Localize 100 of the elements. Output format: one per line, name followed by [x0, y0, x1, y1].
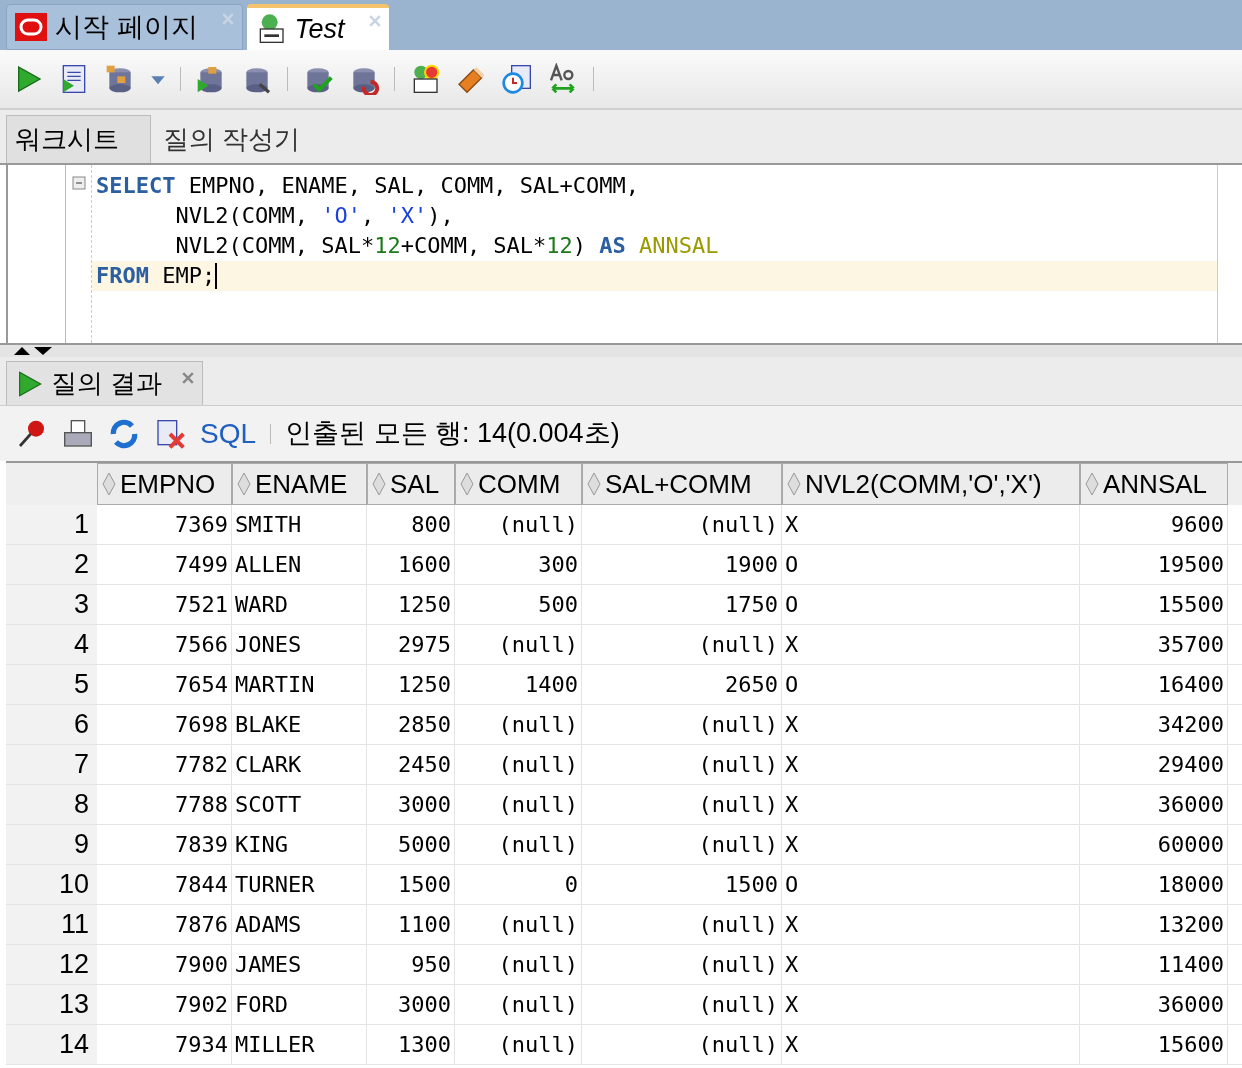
- row-number: 5: [6, 665, 97, 704]
- row-number: 12: [6, 945, 97, 984]
- table-cell: 7782: [97, 745, 232, 784]
- worksheet-tab[interactable]: 워크시트: [6, 115, 151, 163]
- table-cell: 13200: [1080, 905, 1228, 944]
- column-header[interactable]: SAL: [367, 463, 455, 505]
- table-cell: 800: [367, 505, 455, 544]
- table-cell: 5000: [367, 825, 455, 864]
- table-cell: X: [782, 945, 1080, 984]
- code-line: NVL2(COMM, SAL*12+COMM, SAL*12) AS ANNSAL: [174, 232, 720, 260]
- sort-icon: [372, 472, 386, 496]
- table-cell: CLARK: [232, 745, 367, 784]
- table-cell: (null): [582, 985, 782, 1024]
- table-cell: FORD: [232, 985, 367, 1024]
- table-cell: O: [782, 665, 1080, 704]
- close-icon[interactable]: [182, 371, 195, 384]
- table-cell: 9600: [1080, 505, 1228, 544]
- table-cell: 3000: [367, 985, 455, 1024]
- tab-label: 질의 결과: [51, 367, 163, 400]
- table-cell: 1250: [367, 665, 455, 704]
- tab-label: 시작 페이지: [55, 10, 198, 44]
- table-cell: BLAKE: [232, 705, 367, 744]
- table-cell: (null): [582, 1025, 782, 1064]
- row-number: 4: [6, 625, 97, 664]
- sql-link[interactable]: SQL: [200, 412, 257, 455]
- table-cell: MARTIN: [232, 665, 367, 704]
- row-number: 10: [6, 865, 97, 904]
- editor-tab[interactable]: 시작 페이지: [6, 4, 243, 50]
- table-cell: (null): [455, 625, 582, 664]
- table-cell: (null): [582, 745, 782, 784]
- row-number: 3: [6, 585, 97, 624]
- collapse-icon[interactable]: [71, 176, 86, 190]
- table-cell: 7788: [97, 785, 232, 824]
- editor-tab[interactable]: Test: [246, 4, 389, 50]
- table-cell: WARD: [232, 585, 367, 624]
- splitter-arrows-icon[interactable]: [12, 346, 54, 356]
- table-cell: 1100: [367, 905, 455, 944]
- table-cell: 7934: [97, 1025, 232, 1064]
- table-cell: X: [782, 1025, 1080, 1064]
- column-header[interactable]: COMM: [455, 463, 582, 505]
- table-cell: (null): [455, 785, 582, 824]
- table-cell: 2850: [367, 705, 455, 744]
- clock-document-icon[interactable]: [501, 63, 533, 95]
- table-cell: 500: [455, 585, 582, 624]
- table-cell: X: [782, 505, 1080, 544]
- table-cell: 7654: [97, 665, 232, 704]
- table-cell: 1600: [367, 545, 455, 584]
- table-cell: ALLEN: [232, 545, 367, 584]
- table-cell: (null): [455, 505, 582, 544]
- row-number: 8: [6, 785, 97, 824]
- table-cell: (null): [582, 625, 782, 664]
- delete-document-icon[interactable]: [154, 417, 186, 450]
- table-cell: 18000: [1080, 865, 1228, 904]
- table-cell: 7902: [97, 985, 232, 1024]
- table-cell: 7839: [97, 825, 232, 864]
- table-cell: 29400: [1080, 745, 1228, 784]
- sort-icon: [102, 472, 116, 496]
- table-cell: 2650: [582, 665, 782, 704]
- table-cell: O: [782, 865, 1080, 904]
- table-cell: 7844: [97, 865, 232, 904]
- status-text: 인출된 모든 행: 14(0.004초): [285, 417, 620, 451]
- table-cell: TURNER: [232, 865, 367, 904]
- table-cell: 19500: [1080, 545, 1228, 584]
- print-icon[interactable]: [62, 417, 94, 450]
- table-cell: MILLER: [232, 1025, 367, 1064]
- table-cell: 16400: [1080, 665, 1228, 704]
- table-cell: X: [782, 785, 1080, 824]
- table-cell: (null): [455, 905, 582, 944]
- column-header[interactable]: EMPNO: [97, 463, 232, 505]
- table-cell: O: [782, 545, 1080, 584]
- table-cell: (null): [582, 905, 782, 944]
- table-cell: (null): [455, 985, 582, 1024]
- row-number: 9: [6, 825, 97, 864]
- tab-label: Test: [294, 12, 345, 46]
- table-cell: (null): [455, 825, 582, 864]
- table-cell: 34200: [1080, 705, 1228, 744]
- table-cell: 36000: [1080, 785, 1228, 824]
- column-header[interactable]: NVL2(COMM,'O','X'): [782, 463, 1080, 505]
- table-cell: SMITH: [232, 505, 367, 544]
- worksheet-tab[interactable]: 질의 작성기: [151, 115, 313, 163]
- column-header[interactable]: SAL+COMM: [582, 463, 782, 505]
- row-number: 6: [6, 705, 97, 744]
- column-header[interactable]: ENAME: [232, 463, 367, 505]
- table-cell: 1400: [455, 665, 582, 704]
- column-header[interactable]: ANNSAL: [1080, 463, 1228, 505]
- row-number: 14: [6, 1025, 97, 1064]
- row-number: 7: [6, 745, 97, 784]
- result-tab[interactable]: 질의 결과: [6, 361, 204, 405]
- table-cell: (null): [455, 705, 582, 744]
- refresh-icon[interactable]: [108, 417, 140, 450]
- table-cell: 15500: [1080, 585, 1228, 624]
- table-cell: (null): [582, 785, 782, 824]
- table-cell: 7876: [97, 905, 232, 944]
- table-cell: 0: [455, 865, 582, 904]
- table-cell: 1500: [582, 865, 782, 904]
- row-number: 13: [6, 985, 97, 1024]
- table-cell: 950: [367, 945, 455, 984]
- table-cell: 11400: [1080, 945, 1228, 984]
- table-cell: 300: [455, 545, 582, 584]
- table-cell: 7369: [97, 505, 232, 544]
